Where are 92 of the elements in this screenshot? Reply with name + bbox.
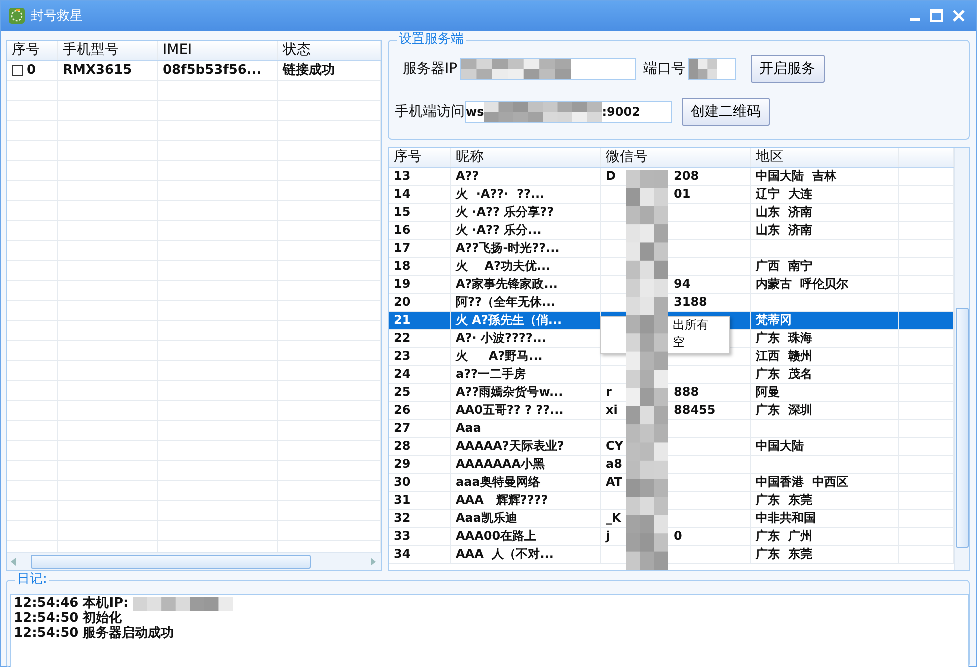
table-cell: RMX3615 <box>63 63 132 78</box>
table-cell: AAA00在路上 <box>456 529 537 543</box>
table-cell: A??雨嫣杂货号w... <box>456 385 564 399</box>
log-line: 12:54:50 初始化 <box>14 611 122 626</box>
table-cell: 888 <box>674 384 700 401</box>
table-cell: 14 <box>394 187 411 201</box>
table-cell: 27 <box>394 421 411 435</box>
window-title: 封号救星 <box>31 8 83 25</box>
table-cell: 24 <box>394 367 411 381</box>
table-cell: 火 A?野马... <box>456 349 543 363</box>
table-cell: 阿曼 <box>756 385 780 399</box>
table-cell: 火 A?孫先生（俏... <box>456 313 562 327</box>
table-cell: D <box>606 168 616 185</box>
table-cell: AA0五哥?? ? ??... <box>456 403 564 417</box>
table-cell: 广东 东莞 <box>756 493 812 507</box>
table-cell: 火 ·A?? 乐分... <box>456 223 542 237</box>
table-cell: 中非共和国 <box>756 511 816 525</box>
table-cell: 山东 济南 <box>756 223 812 237</box>
table-cell: CY <box>606 438 624 455</box>
group-title: 设置服务端 <box>397 32 466 48</box>
table-cell: Aaa凯乐迪 <box>456 511 518 525</box>
table-cell: 19 <box>394 277 411 291</box>
table-cell: 0 <box>27 63 36 78</box>
field-label: 手机端访问 <box>395 103 465 121</box>
table-cell: A?? <box>456 169 480 183</box>
table-cell: 26 <box>394 403 411 417</box>
table-cell: 中国大陆 吉林 <box>756 169 836 183</box>
table-cell: A?· 小波????... <box>456 331 547 345</box>
table-cell: 16 <box>394 223 411 237</box>
field-value: ws <box>466 105 484 119</box>
table-cell: xi <box>606 402 618 419</box>
table-cell: 中国香港 中西区 <box>756 475 848 489</box>
table-cell: _K <box>606 510 622 527</box>
table-cell: j <box>606 528 610 545</box>
table-cell: 18 <box>394 259 411 273</box>
table-cell: 辽宁 大连 <box>756 187 812 201</box>
table-cell: 链接成功 <box>283 63 335 78</box>
table-cell: AAAAA?天际表业? <box>456 439 564 453</box>
log-line: 12:54:50 服务器启动成功 <box>14 626 174 641</box>
table-cell: 广东 珠海 <box>756 331 812 345</box>
table-cell: 13 <box>394 169 411 183</box>
table-cell: 29 <box>394 457 411 471</box>
table-cell: A?家事先锋家政... <box>456 277 558 291</box>
table-cell: AAAAAAA小黑 <box>456 457 546 471</box>
table-cell: 15 <box>394 205 411 219</box>
table-cell: AT <box>606 474 623 491</box>
table-cell: 广东 深圳 <box>756 403 812 417</box>
table-cell: A??飞扬-时光??... <box>456 241 560 255</box>
group-title: 日记: <box>15 572 50 588</box>
table-cell: 208 <box>674 168 700 185</box>
table-cell: 火 ·A?? 乐分享?? <box>456 205 554 219</box>
table-cell: a8 <box>606 456 622 473</box>
field-label: 服务器IP <box>403 60 458 78</box>
field-label: 端口号 <box>644 60 686 78</box>
table-cell: AAA 辉辉???? <box>456 493 548 507</box>
log-line: 12:54:46 本机IP: <box>14 596 129 611</box>
table-cell: 广西 南宁 <box>756 259 812 273</box>
table-cell: 22 <box>394 331 411 345</box>
table-cell: 广东 广州 <box>756 529 812 543</box>
table-cell: 94 <box>674 276 691 293</box>
table-cell: 34 <box>394 547 411 561</box>
table-cell: 阿??（全年无休... <box>456 295 556 309</box>
table-cell: 火 ·A??· ??... <box>456 187 545 201</box>
table-cell: 08f5b53f56... <box>163 63 262 78</box>
table-cell: 火 A?功夫优... <box>456 259 551 273</box>
table-cell: 31 <box>394 493 411 507</box>
table-cell: 内蒙古 呼伦贝尔 <box>756 277 848 291</box>
table-cell: 17 <box>394 241 411 255</box>
table-cell: 广东 茂名 <box>756 367 812 381</box>
table-cell: 28 <box>394 439 411 453</box>
table-cell: 0 <box>674 528 682 545</box>
table-cell: 30 <box>394 475 411 489</box>
table-cell: r <box>606 384 612 401</box>
table-cell: 20 <box>394 295 411 309</box>
table-cell: 33 <box>394 529 411 543</box>
table-cell: 21 <box>394 313 411 327</box>
table-cell: AAA 人（不对... <box>456 547 554 561</box>
table-cell: 中国大陆 <box>756 439 804 453</box>
field-value: :9002 <box>602 105 640 119</box>
table-cell: 23 <box>394 349 411 363</box>
table-cell: 江西 赣州 <box>756 349 812 363</box>
table-cell: 01 <box>674 186 691 203</box>
table-cell: 88455 <box>674 402 716 419</box>
table-cell: 广东 东莞 <box>756 547 812 561</box>
table-cell: a??一二手房 <box>456 367 526 381</box>
table-cell: 山东 济南 <box>756 205 812 219</box>
table-cell: 25 <box>394 385 411 399</box>
table-cell: aaa奥特曼网络 <box>456 475 540 489</box>
table-cell: 3188 <box>674 294 708 311</box>
table-cell: 32 <box>394 511 411 525</box>
table-cell: 梵蒂冈 <box>756 313 792 327</box>
table-cell: Aaa <box>456 421 482 435</box>
